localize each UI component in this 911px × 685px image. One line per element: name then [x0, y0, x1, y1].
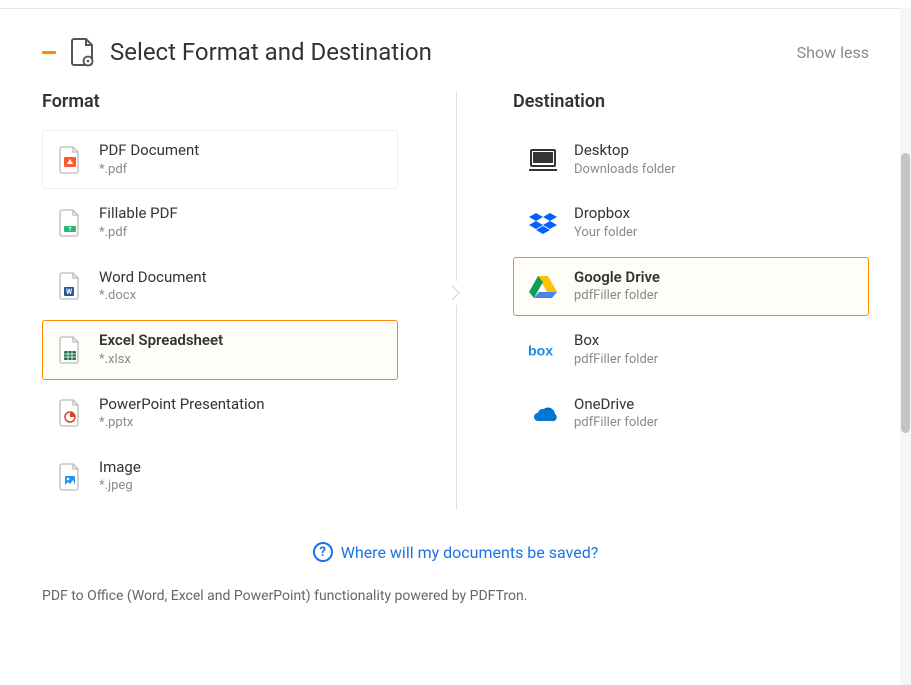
format-option-pdf[interactable]: PDF Document *.pdf [42, 130, 398, 189]
help-link-text: Where will my documents be saved? [341, 543, 599, 562]
format-option-title: Excel Spreadsheet [99, 331, 383, 351]
format-option-title: PowerPoint Presentation [99, 395, 383, 415]
help-icon: ? [313, 542, 333, 562]
destination-option-title: Box [574, 331, 854, 351]
scrollbar-track[interactable] [900, 8, 911, 685]
destination-column: Destination Desktop Downloads folder Dro… [448, 91, 869, 510]
fillable-pdf-file-icon: T [57, 207, 83, 239]
help-link[interactable]: ? Where will my documents be saved? [42, 542, 869, 562]
destination-option-box[interactable]: box Box pdfFiller folder [513, 320, 869, 379]
divider-arrow-icon [448, 281, 464, 305]
format-option-sub: *.jpeg [99, 478, 383, 495]
destination-option-title: OneDrive [574, 395, 854, 415]
collapse-icon[interactable] [42, 51, 56, 54]
destination-option-title: Desktop [574, 141, 854, 161]
destination-option-sub: Your folder [574, 225, 854, 242]
destination-option-sub: Downloads folder [574, 162, 854, 179]
format-column: Format PDF Document *.pdf T Fillable PDF… [42, 91, 448, 510]
format-option-title: PDF Document [99, 141, 383, 161]
destination-option-onedrive[interactable]: OneDrive pdfFiller folder [513, 384, 869, 443]
desktop-icon [528, 145, 558, 175]
format-option-sub: *.xlsx [99, 352, 383, 369]
format-option-title: Word Document [99, 268, 383, 288]
format-option-sub: *.pptx [99, 415, 383, 432]
format-option-image[interactable]: Image *.jpeg [42, 447, 398, 506]
format-column-title: Format [42, 91, 398, 112]
format-option-fillable-pdf[interactable]: T Fillable PDF *.pdf [42, 193, 398, 252]
destination-option-sub: pdfFiller folder [574, 288, 854, 305]
format-option-title: Image [99, 458, 383, 478]
image-file-icon [57, 461, 83, 493]
svg-text:T: T [68, 227, 71, 233]
footer-note: PDF to Office (Word, Excel and PowerPoin… [42, 588, 869, 604]
format-option-sub: *.pdf [99, 162, 383, 179]
word-file-icon: W [57, 270, 83, 302]
section-title: Select Format and Destination [110, 38, 432, 66]
destination-option-sub: pdfFiller folder [574, 352, 854, 369]
svg-text:box: box [528, 342, 553, 358]
google-drive-icon [528, 271, 558, 301]
onedrive-icon [528, 398, 558, 428]
format-option-excel[interactable]: Excel Spreadsheet *.xlsx [42, 320, 398, 379]
powerpoint-file-icon [57, 397, 83, 429]
pdf-file-icon [57, 144, 83, 176]
dropbox-icon [528, 208, 558, 238]
destination-option-dropbox[interactable]: Dropbox Your folder [513, 193, 869, 252]
svg-text:W: W [66, 288, 73, 296]
format-option-sub: *.docx [99, 288, 383, 305]
show-less-toggle[interactable]: Show less [797, 43, 869, 62]
destination-column-title: Destination [513, 91, 869, 112]
destination-option-title: Google Drive [574, 268, 854, 288]
excel-file-icon [57, 334, 83, 366]
destination-option-sub: pdfFiller folder [574, 415, 854, 432]
format-option-word[interactable]: W Word Document *.docx [42, 257, 398, 316]
format-option-sub: *.pdf [99, 225, 383, 242]
destination-option-google-drive[interactable]: Google Drive pdfFiller folder [513, 257, 869, 316]
destination-option-title: Dropbox [574, 204, 854, 224]
format-option-powerpoint[interactable]: PowerPoint Presentation *.pptx [42, 384, 398, 443]
file-gear-icon [70, 37, 96, 67]
box-icon: box [528, 335, 558, 365]
scrollbar-thumb[interactable] [901, 153, 910, 433]
destination-option-desktop[interactable]: Desktop Downloads folder [513, 130, 869, 189]
format-option-title: Fillable PDF [99, 204, 383, 224]
section-header: Select Format and Destination Show less [42, 9, 869, 91]
